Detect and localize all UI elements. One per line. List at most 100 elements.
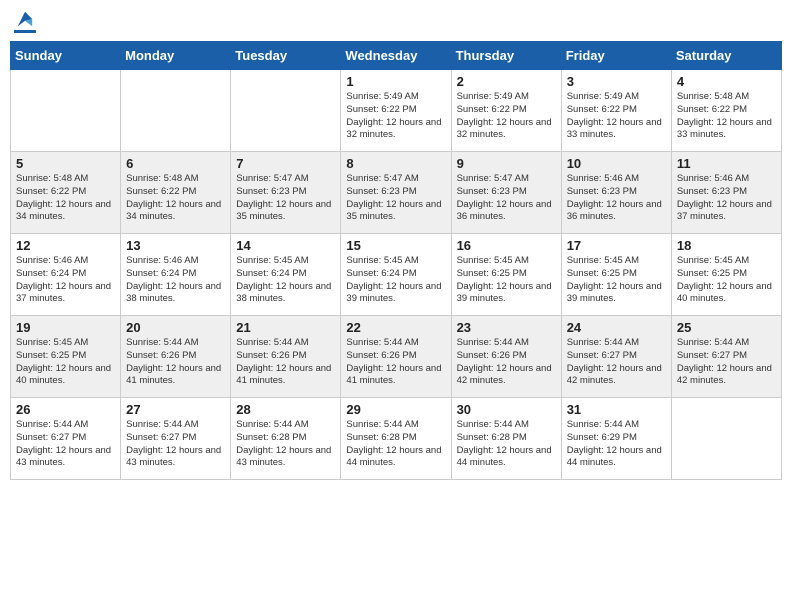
logo-icon xyxy=(16,10,34,28)
day-number: 14 xyxy=(236,238,335,253)
calendar-week-row: 26 Sunrise: 5:44 AM Sunset: 6:27 PM Dayli… xyxy=(11,398,782,480)
weekday-header: Saturday xyxy=(671,42,781,70)
day-number: 27 xyxy=(126,402,225,417)
calendar-day-cell: 30 Sunrise: 5:44 AM Sunset: 6:28 PM Dayli… xyxy=(451,398,561,480)
day-number: 26 xyxy=(16,402,115,417)
day-info: Sunrise: 5:45 AM Sunset: 6:25 PM Dayligh… xyxy=(567,255,666,306)
day-info: Sunrise: 5:49 AM Sunset: 6:22 PM Dayligh… xyxy=(346,91,445,142)
day-number: 11 xyxy=(677,156,776,171)
calendar-week-row: 12 Sunrise: 5:46 AM Sunset: 6:24 PM Dayli… xyxy=(11,234,782,316)
day-info: Sunrise: 5:46 AM Sunset: 6:23 PM Dayligh… xyxy=(677,173,776,224)
day-number: 2 xyxy=(457,74,556,89)
day-number: 3 xyxy=(567,74,666,89)
calendar-week-row: 5 Sunrise: 5:48 AM Sunset: 6:22 PM Daylig… xyxy=(11,152,782,234)
day-number: 6 xyxy=(126,156,225,171)
day-info: Sunrise: 5:48 AM Sunset: 6:22 PM Dayligh… xyxy=(677,91,776,142)
calendar-day-cell xyxy=(121,70,231,152)
day-info: Sunrise: 5:44 AM Sunset: 6:26 PM Dayligh… xyxy=(236,337,335,388)
day-number: 5 xyxy=(16,156,115,171)
day-info: Sunrise: 5:44 AM Sunset: 6:26 PM Dayligh… xyxy=(126,337,225,388)
day-number: 21 xyxy=(236,320,335,335)
day-number: 22 xyxy=(346,320,445,335)
day-number: 20 xyxy=(126,320,225,335)
calendar-day-cell: 31 Sunrise: 5:44 AM Sunset: 6:29 PM Dayli… xyxy=(561,398,671,480)
calendar-day-cell: 21 Sunrise: 5:44 AM Sunset: 6:26 PM Dayli… xyxy=(231,316,341,398)
day-number: 28 xyxy=(236,402,335,417)
calendar-day-cell: 25Sunrise: 5:44 AM Sunset: 6:27 PM Dayli… xyxy=(671,316,781,398)
day-info: Sunrise: 5:45 AM Sunset: 6:25 PM Dayligh… xyxy=(16,337,115,388)
calendar-day-cell xyxy=(11,70,121,152)
calendar-header-row: SundayMondayTuesdayWednesdayThursdayFrid… xyxy=(11,42,782,70)
day-info: Sunrise: 5:49 AM Sunset: 6:22 PM Dayligh… xyxy=(457,91,556,142)
calendar-day-cell xyxy=(231,70,341,152)
calendar-day-cell: 3 Sunrise: 5:49 AM Sunset: 6:22 PM Daylig… xyxy=(561,70,671,152)
day-number: 30 xyxy=(457,402,556,417)
day-info: Sunrise: 5:48 AM Sunset: 6:22 PM Dayligh… xyxy=(16,173,115,224)
weekday-header: Monday xyxy=(121,42,231,70)
day-number: 13 xyxy=(126,238,225,253)
logo xyxy=(14,10,36,33)
calendar-day-cell: 27 Sunrise: 5:44 AM Sunset: 6:27 PM Dayli… xyxy=(121,398,231,480)
calendar-week-row: 1 Sunrise: 5:49 AM Sunset: 6:22 PM Daylig… xyxy=(11,70,782,152)
day-info: Sunrise: 5:46 AM Sunset: 6:24 PM Dayligh… xyxy=(16,255,115,306)
calendar-day-cell: 1 Sunrise: 5:49 AM Sunset: 6:22 PM Daylig… xyxy=(341,70,451,152)
day-info: Sunrise: 5:47 AM Sunset: 6:23 PM Dayligh… xyxy=(236,173,335,224)
calendar-day-cell: 10 Sunrise: 5:46 AM Sunset: 6:23 PM Dayli… xyxy=(561,152,671,234)
day-number: 24 xyxy=(567,320,666,335)
calendar-day-cell: 6 Sunrise: 5:48 AM Sunset: 6:22 PM Daylig… xyxy=(121,152,231,234)
calendar-day-cell: 16 Sunrise: 5:45 AM Sunset: 6:25 PM Dayli… xyxy=(451,234,561,316)
day-number: 1 xyxy=(346,74,445,89)
day-info: Sunrise: 5:47 AM Sunset: 6:23 PM Dayligh… xyxy=(457,173,556,224)
weekday-header: Sunday xyxy=(11,42,121,70)
day-number: 7 xyxy=(236,156,335,171)
calendar-day-cell: 2 Sunrise: 5:49 AM Sunset: 6:22 PM Daylig… xyxy=(451,70,561,152)
calendar-day-cell: 7 Sunrise: 5:47 AM Sunset: 6:23 PM Daylig… xyxy=(231,152,341,234)
day-number: 18 xyxy=(677,238,776,253)
day-info: Sunrise: 5:45 AM Sunset: 6:25 PM Dayligh… xyxy=(457,255,556,306)
day-number: 23 xyxy=(457,320,556,335)
day-info: Sunrise: 5:46 AM Sunset: 6:24 PM Dayligh… xyxy=(126,255,225,306)
day-info: Sunrise: 5:44 AM Sunset: 6:28 PM Dayligh… xyxy=(346,419,445,470)
calendar-day-cell: 22Sunrise: 5:44 AM Sunset: 6:26 PM Dayli… xyxy=(341,316,451,398)
calendar-day-cell: 4Sunrise: 5:48 AM Sunset: 6:22 PM Daylig… xyxy=(671,70,781,152)
calendar-day-cell: 19 Sunrise: 5:45 AM Sunset: 6:25 PM Dayli… xyxy=(11,316,121,398)
calendar-day-cell: 9 Sunrise: 5:47 AM Sunset: 6:23 PM Daylig… xyxy=(451,152,561,234)
day-number: 12 xyxy=(16,238,115,253)
weekday-header: Thursday xyxy=(451,42,561,70)
day-number: 10 xyxy=(567,156,666,171)
day-info: Sunrise: 5:45 AM Sunset: 6:24 PM Dayligh… xyxy=(346,255,445,306)
day-info: Sunrise: 5:49 AM Sunset: 6:22 PM Dayligh… xyxy=(567,91,666,142)
weekday-header: Tuesday xyxy=(231,42,341,70)
day-info: Sunrise: 5:44 AM Sunset: 6:27 PM Dayligh… xyxy=(126,419,225,470)
day-number: 19 xyxy=(16,320,115,335)
day-number: 9 xyxy=(457,156,556,171)
day-number: 29 xyxy=(346,402,445,417)
calendar-week-row: 19 Sunrise: 5:45 AM Sunset: 6:25 PM Dayli… xyxy=(11,316,782,398)
calendar-day-cell: 15 Sunrise: 5:45 AM Sunset: 6:24 PM Dayli… xyxy=(341,234,451,316)
calendar-table: SundayMondayTuesdayWednesdayThursdayFrid… xyxy=(10,41,782,480)
day-info: Sunrise: 5:44 AM Sunset: 6:27 PM Dayligh… xyxy=(567,337,666,388)
day-info: Sunrise: 5:44 AM Sunset: 6:28 PM Dayligh… xyxy=(457,419,556,470)
calendar-day-cell: 28 Sunrise: 5:44 AM Sunset: 6:28 PM Dayli… xyxy=(231,398,341,480)
day-info: Sunrise: 5:46 AM Sunset: 6:23 PM Dayligh… xyxy=(567,173,666,224)
calendar-day-cell: 23 Sunrise: 5:44 AM Sunset: 6:26 PM Dayli… xyxy=(451,316,561,398)
day-info: Sunrise: 5:44 AM Sunset: 6:26 PM Dayligh… xyxy=(457,337,556,388)
calendar-day-cell: 11 Sunrise: 5:46 AM Sunset: 6:23 PM Dayli… xyxy=(671,152,781,234)
calendar-day-cell: 14Sunrise: 5:45 AM Sunset: 6:24 PM Dayli… xyxy=(231,234,341,316)
weekday-header: Friday xyxy=(561,42,671,70)
calendar-day-cell: 24 Sunrise: 5:44 AM Sunset: 6:27 PM Dayli… xyxy=(561,316,671,398)
calendar-day-cell: 18 Sunrise: 5:45 AM Sunset: 6:25 PM Dayli… xyxy=(671,234,781,316)
day-info: Sunrise: 5:45 AM Sunset: 6:25 PM Dayligh… xyxy=(677,255,776,306)
calendar-day-cell: 12 Sunrise: 5:46 AM Sunset: 6:24 PM Dayli… xyxy=(11,234,121,316)
day-number: 25 xyxy=(677,320,776,335)
calendar-day-cell: 17Sunrise: 5:45 AM Sunset: 6:25 PM Dayli… xyxy=(561,234,671,316)
day-info: Sunrise: 5:44 AM Sunset: 6:29 PM Dayligh… xyxy=(567,419,666,470)
day-number: 16 xyxy=(457,238,556,253)
calendar-day-cell xyxy=(671,398,781,480)
day-number: 15 xyxy=(346,238,445,253)
calendar-day-cell: 29 Sunrise: 5:44 AM Sunset: 6:28 PM Dayli… xyxy=(341,398,451,480)
day-number: 31 xyxy=(567,402,666,417)
calendar-day-cell: 20 Sunrise: 5:44 AM Sunset: 6:26 PM Dayli… xyxy=(121,316,231,398)
day-info: Sunrise: 5:48 AM Sunset: 6:22 PM Dayligh… xyxy=(126,173,225,224)
day-info: Sunrise: 5:44 AM Sunset: 6:28 PM Dayligh… xyxy=(236,419,335,470)
